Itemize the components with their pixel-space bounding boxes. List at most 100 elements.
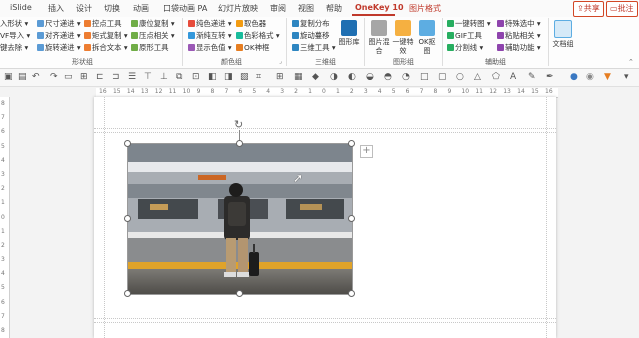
ruler-tick-label: 13 [503, 88, 511, 95]
vf-import-button[interactable]: VF导入 ▾ [0, 31, 30, 41]
ok-frame-button[interactable]: OK神框 [236, 43, 269, 53]
matrix-copy-button[interactable]: 矩式复制 ▾ [84, 31, 128, 41]
format-icon[interactable]: ▤ [18, 72, 27, 82]
pentagon-icon[interactable]: ⬠ [492, 72, 500, 82]
globe-icon[interactable]: ● [570, 72, 578, 82]
shape-fill-icon[interactable]: ◆ [312, 72, 319, 82]
gradient-swap-button[interactable]: 渐纯互转 ▾ [188, 31, 232, 41]
rotate-progress-button[interactable]: 旋转递进 ▾ [37, 43, 81, 53]
resize-handle-bottom-left[interactable] [124, 290, 131, 297]
group-separator [364, 18, 365, 66]
split-text-button[interactable]: 拆合文本 ▾ [84, 43, 128, 53]
remove-button[interactable]: 键去除 ▾ [0, 43, 28, 53]
gif-tool-button[interactable]: GIF工具 [447, 31, 482, 41]
share-button[interactable]: ⇪共享 [573, 1, 604, 17]
redo-icon[interactable]: ↷ [50, 72, 58, 82]
align-center-icon[interactable]: ⊐ [112, 72, 120, 82]
union-icon[interactable]: ◑ [330, 72, 338, 82]
position-copy-button[interactable]: 康位复制 ▾ [131, 19, 175, 29]
doc-group-button[interactable]: 文档组 [552, 20, 574, 49]
color-picker-button[interactable]: 取色器 [236, 19, 266, 29]
group-separator [182, 18, 183, 66]
tab-slideshow[interactable]: 幻灯片放映 [218, 3, 258, 14]
3d-tools-button[interactable]: 三维工具 ▾ [292, 43, 336, 53]
group-icon[interactable]: ⧉ [176, 72, 182, 82]
chart-icon[interactable]: ▦ [294, 72, 303, 82]
ruler-tick-label: 5 [1, 284, 5, 292]
aux-function-button[interactable]: 辅助功能 ▾ [497, 43, 541, 53]
rounded-rect-icon[interactable]: ▢ [438, 72, 447, 82]
ungroup-icon[interactable]: ⊡ [192, 72, 200, 82]
subtract-icon[interactable]: ◒ [366, 72, 374, 82]
combine-icon[interactable]: ◔ [402, 72, 410, 82]
special-select-button[interactable]: 特殊选中 ▾ [497, 19, 541, 29]
collapse-ribbon-icon[interactable]: ⌃ [628, 58, 634, 66]
picture-icon[interactable]: ▨ [240, 72, 249, 82]
resize-handle-bottom[interactable] [236, 290, 243, 297]
original-shape-tool-button[interactable]: 原形工具 [131, 43, 169, 53]
grid-icon[interactable]: ⊞ [80, 72, 88, 82]
resize-handle-left[interactable] [124, 215, 131, 222]
tab-picture-format[interactable]: 图片格式 [409, 3, 441, 14]
triangle-icon[interactable]: △ [474, 72, 481, 82]
customize-toolbar-icon[interactable]: ▾ [624, 72, 629, 82]
paste-related-button[interactable]: 粘贴相关 ▾ [497, 31, 541, 41]
brush-icon[interactable]: ◉ [586, 72, 594, 82]
intersect-icon[interactable]: ◐ [348, 72, 356, 82]
one-click-effect-button[interactable]: 一键特效 [392, 20, 414, 56]
resize-handle-top-right[interactable] [348, 140, 355, 147]
control-point-tool-button[interactable]: 控点工具 [84, 19, 122, 29]
resize-handle-bottom-right[interactable] [348, 290, 355, 297]
align-top-icon[interactable]: ⊤ [144, 72, 152, 82]
show-color-value-button[interactable]: 显示色值 ▾ [188, 43, 232, 53]
to-image-button[interactable]: 一键转图 ▾ [447, 19, 491, 29]
send-back-icon[interactable]: ◨ [224, 72, 233, 82]
distribute-icon[interactable]: ☰ [128, 72, 136, 82]
solid-progress-button[interactable]: 纯色递进 ▾ [188, 19, 232, 29]
present-icon[interactable]: ▭ [64, 72, 73, 82]
tab-help[interactable]: 帮助 [326, 3, 342, 14]
tab-design[interactable]: 设计 [76, 3, 92, 14]
color-format-button[interactable]: 色彩格式 ▾ [236, 31, 280, 41]
align-progress-button[interactable]: 对齐递进 ▾ [37, 31, 81, 41]
rotate-shift-button[interactable]: 旋动蔓移 [292, 31, 330, 41]
layout-options-button[interactable]: + [360, 145, 373, 158]
bird-icon[interactable]: ▼ [604, 72, 611, 82]
rotate-handle-icon[interactable]: ↻ [234, 118, 243, 131]
crop-icon[interactable]: ⌗ [256, 72, 261, 82]
image-blend-button[interactable]: 图片混合 [368, 20, 390, 56]
tab-insert[interactable]: 插入 [48, 3, 64, 14]
resize-handle-right[interactable] [348, 215, 355, 222]
tab-pocket-animation[interactable]: 口袋动画 PA [163, 3, 207, 14]
rectangle-icon[interactable]: □ [420, 72, 429, 82]
dropper-icon[interactable]: ✒ [546, 72, 554, 82]
text-box-icon[interactable]: A [510, 72, 516, 82]
save-icon[interactable]: ▣ [4, 72, 13, 82]
tab-islide[interactable]: iSlide [10, 3, 32, 12]
comment-button[interactable]: ▭批注 [606, 1, 638, 17]
ok-cutout-button[interactable]: OK抠图 [416, 20, 438, 56]
align-bottom-icon[interactable]: ⊥ [160, 72, 168, 82]
pen-icon[interactable]: ✎ [528, 72, 536, 82]
tab-transitions[interactable]: 切换 [104, 3, 120, 14]
size-progress-button[interactable]: 尺寸递进 ▾ [37, 19, 81, 29]
tab-review[interactable]: 审阅 [270, 3, 286, 14]
copy-distribute-button[interactable]: 复制分布 [292, 19, 330, 29]
tab-view[interactable]: 视图 [298, 3, 314, 14]
table-icon[interactable]: ⊞ [276, 72, 284, 82]
ruler-tick-label: 0 [1, 213, 5, 221]
resize-handle-top-left[interactable] [124, 140, 131, 147]
fragment-icon[interactable]: ◓ [384, 72, 392, 82]
divider-line-button[interactable]: 分割线 ▾ [447, 43, 483, 53]
bring-forward-icon[interactable]: ◧ [208, 72, 217, 82]
shape-library-button[interactable]: 图形库 [338, 20, 360, 47]
resize-handle-top[interactable] [236, 140, 243, 147]
tab-animations[interactable]: 动画 [133, 3, 149, 14]
align-left-icon[interactable]: ⊏ [96, 72, 104, 82]
insert-shape-button[interactable]: 入形状 ▾ [0, 19, 28, 29]
undo-icon[interactable]: ↶ [32, 72, 40, 82]
tab-onekey[interactable]: OneKey 10 [355, 3, 404, 12]
point-related-button[interactable]: 压点相关 ▾ [131, 31, 175, 41]
circle-icon[interactable]: ○ [456, 72, 464, 82]
dialog-launcher-icon[interactable]: ⌟ [279, 58, 282, 65]
